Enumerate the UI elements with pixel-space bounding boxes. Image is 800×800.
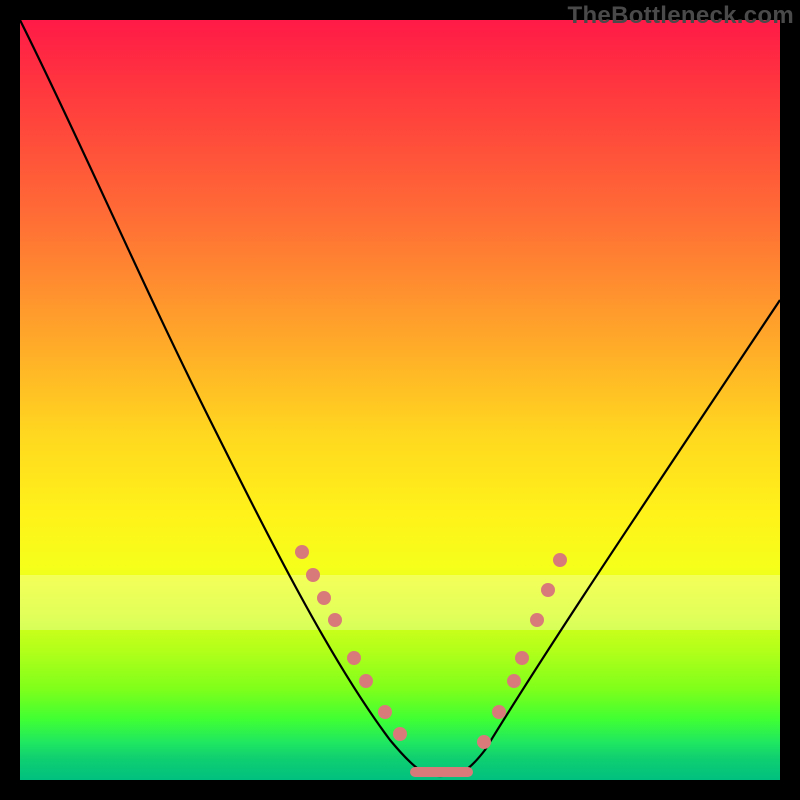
- chart-frame: TheBottleneck.com: [0, 0, 800, 800]
- left-marker-group: [295, 545, 407, 741]
- bottleneck-curve: [20, 20, 780, 780]
- curve-path: [20, 20, 780, 776]
- right-marker-group: [477, 553, 567, 749]
- attribution-text: TheBottleneck.com: [568, 2, 794, 30]
- plot-area: [20, 20, 780, 780]
